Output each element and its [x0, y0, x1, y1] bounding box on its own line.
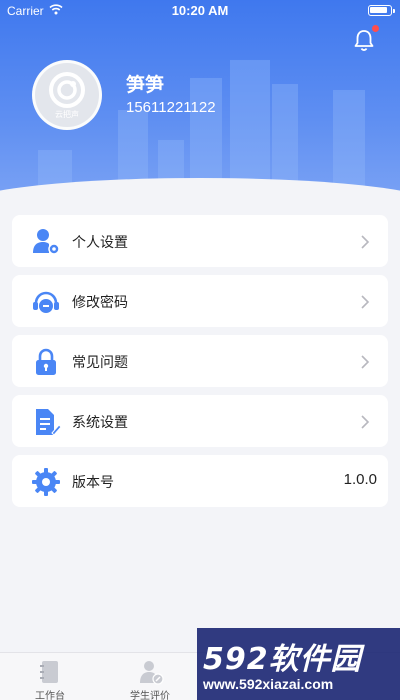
headset-icon — [33, 291, 59, 313]
gear-icon — [32, 468, 60, 496]
notification-badge — [372, 25, 379, 32]
tab-student-review[interactable]: 学生评价 — [100, 653, 200, 700]
tab-label: 工作台 — [35, 691, 65, 700]
menu-item-system-settings[interactable]: 系统设置 — [12, 395, 388, 447]
menu-item-change-password[interactable]: 修改密码 — [12, 275, 388, 327]
notebook-icon — [40, 661, 58, 683]
menu-item-label: 常见问题 — [72, 355, 128, 371]
skyline-building — [230, 60, 270, 195]
chevron-right-icon — [361, 235, 370, 249]
lock-icon — [36, 348, 56, 375]
battery-icon — [368, 5, 395, 16]
menu-item-label: 修改密码 — [72, 295, 128, 311]
menu-item-version: 版本号 1.0.0 — [12, 455, 388, 507]
status-bar: Carrier 10:20 AM — [0, 0, 400, 22]
user-phone: 15611221122 — [126, 99, 216, 116]
menu-item-label: 系统设置 — [72, 415, 128, 431]
user-settings-icon — [33, 229, 60, 255]
chevron-right-icon — [361, 355, 370, 369]
watermark-brand: 592软件园 — [203, 642, 362, 677]
watermark-url: www.592xiazai.com — [203, 676, 334, 692]
user-name: 笋笋 — [126, 74, 165, 96]
menu-item-faq[interactable]: 常见问题 — [12, 335, 388, 387]
version-value: 1.0.0 — [343, 471, 377, 488]
menu-item-label: 版本号 — [72, 475, 114, 491]
skyline-building — [333, 90, 365, 195]
document-edit-icon — [36, 409, 61, 436]
tab-label: 学生评价 — [130, 691, 170, 700]
status-time: 10:20 AM — [171, 3, 229, 18]
site-watermark: 592软件园 www.592xiazai.com — [197, 628, 400, 700]
skyline-building — [272, 84, 298, 195]
chevron-right-icon — [361, 295, 370, 309]
menu-item-personal-settings[interactable]: 个人设置 — [12, 215, 388, 267]
avatar-caption: 云把声 — [55, 110, 79, 119]
tab-workbench[interactable]: 工作台 — [0, 653, 100, 700]
menu-item-label: 个人设置 — [72, 235, 128, 251]
student-review-icon — [140, 661, 164, 685]
chevron-right-icon — [361, 415, 370, 429]
avatar[interactable]: 云把声 — [32, 60, 102, 130]
